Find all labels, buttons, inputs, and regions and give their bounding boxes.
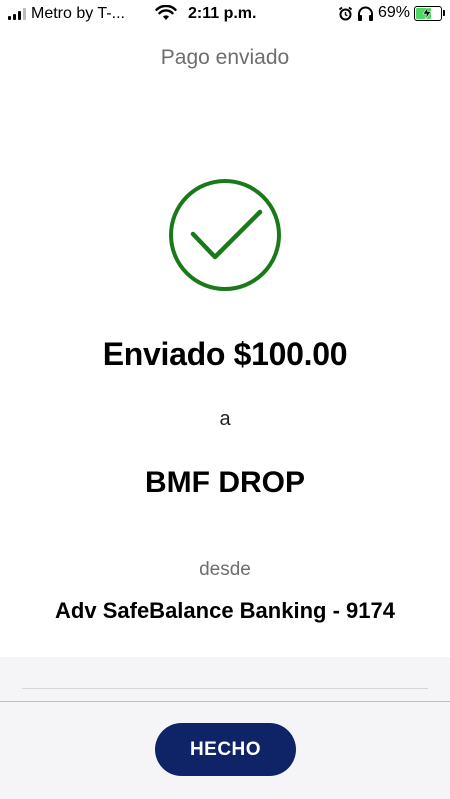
carrier-name: Metro by T-...: [31, 5, 125, 22]
signal-icon: [8, 8, 26, 20]
wifi-icon: [155, 5, 177, 20]
battery-percent: 69%: [377, 4, 410, 21]
alarm-icon: [338, 6, 353, 20]
recipient-name: BMF DROP: [145, 466, 305, 499]
checkmark-circle-icon: [169, 179, 281, 291]
divider: [22, 688, 428, 689]
sent-amount: Enviado $100.00: [102, 336, 348, 372]
battery-charging-icon: [414, 5, 445, 21]
footer-divider: [0, 701, 450, 702]
status-bar-right: 69%: [338, 4, 445, 22]
to-label: a: [219, 408, 231, 430]
status-bar-left: Metro by T-...: [8, 5, 125, 23]
done-button[interactable]: HECHO: [155, 723, 296, 776]
from-label: desde: [199, 559, 251, 580]
status-bar: Metro by T-... 2:11 p.m. 69%: [0, 0, 450, 30]
status-time: 2:11 p.m.: [188, 5, 257, 22]
source-account: Adv SafeBalance Banking - 9174: [55, 598, 395, 623]
page-title: Pago enviado: [160, 46, 290, 69]
headphones-icon: [357, 6, 373, 21]
